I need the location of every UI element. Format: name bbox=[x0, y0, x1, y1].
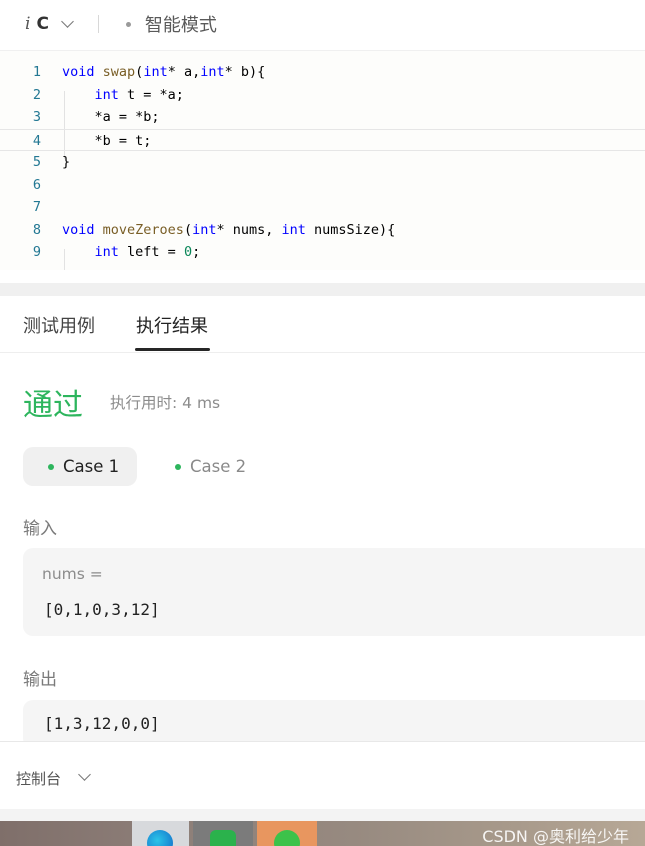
code-text: int left = 0; bbox=[62, 241, 201, 264]
line-number: 7 bbox=[32, 199, 41, 215]
header-divider bbox=[97, 15, 99, 33]
code-token: * b){ bbox=[224, 64, 266, 80]
console-bar: 控制台 bbox=[0, 741, 645, 809]
line-number: 8 bbox=[32, 221, 41, 238]
code-token: *b = t; bbox=[62, 132, 152, 149]
runtime-text: 执行用时: 4 ms bbox=[110, 394, 221, 412]
case-label: Case 1 bbox=[63, 457, 120, 476]
code-text: int t = *a; bbox=[62, 84, 184, 107]
taskbar-slot-wechat[interactable] bbox=[257, 821, 317, 846]
code-line[interactable]: 3 *a = *b; bbox=[0, 106, 645, 129]
code-line[interactable]: 4 *b = t; bbox=[0, 128, 645, 153]
code-line[interactable]: 9 int left = 0; bbox=[0, 241, 645, 264]
console-toggle[interactable]: 控制台 bbox=[16, 768, 61, 789]
input-label: 输入 bbox=[23, 519, 57, 539]
code-token: *a = *b; bbox=[62, 109, 160, 125]
language-selector[interactable]: i C bbox=[25, 14, 74, 34]
code-line[interactable]: 5} bbox=[0, 151, 645, 174]
line-number: 3 bbox=[32, 109, 41, 125]
taskbar-slot-edge[interactable] bbox=[132, 821, 189, 846]
case-2-button[interactable]: Case 2 bbox=[160, 447, 260, 486]
input-value: [0,1,0,3,12] bbox=[44, 600, 160, 619]
line-number: 9 bbox=[32, 244, 41, 260]
editor-header: i C 智能模式 bbox=[0, 0, 645, 48]
pass-dot-icon bbox=[175, 463, 181, 470]
code-line[interactable]: 6 bbox=[0, 174, 645, 197]
code-token: moveZeroes bbox=[102, 221, 184, 238]
code-token: void bbox=[62, 221, 95, 238]
code-token: ( bbox=[183, 221, 193, 238]
app-root: i C 智能模式 1 void swap(int* a,int* b){2 int… bbox=[0, 0, 645, 846]
code-text: *a = *b; bbox=[62, 106, 160, 129]
language-name: C bbox=[36, 14, 49, 34]
bottom-gap bbox=[0, 809, 645, 821]
code-token: left = bbox=[118, 244, 184, 260]
code-text: *b = t; bbox=[62, 130, 152, 153]
line-number: 6 bbox=[32, 176, 41, 193]
result-tabs: 测试用例 执行结果 bbox=[0, 296, 645, 353]
code-token: * a, bbox=[167, 64, 201, 80]
code-token: swap bbox=[102, 64, 136, 80]
code-text: void swap(int* a,int* b){ bbox=[62, 61, 265, 84]
panel-divider[interactable] bbox=[0, 283, 645, 296]
code-line[interactable]: 2 int t = *a; bbox=[0, 84, 645, 107]
case-1-button[interactable]: Case 1 bbox=[23, 447, 137, 486]
code-editor[interactable]: 1 void swap(int* a,int* b){2 int t = *a; 3… bbox=[0, 50, 645, 270]
line-number: 4 bbox=[32, 132, 41, 149]
active-tab-indicator bbox=[135, 348, 210, 351]
code-token: t = *a; bbox=[118, 86, 184, 103]
code-token: int bbox=[192, 221, 217, 238]
wechat-icon bbox=[274, 830, 300, 846]
tab-testcases[interactable]: 测试用例 bbox=[23, 312, 95, 338]
code-text: void moveZeroes(int* nums, int numsSize)… bbox=[62, 219, 395, 242]
code-token: int bbox=[94, 244, 119, 260]
code-token: * nums, bbox=[216, 221, 282, 238]
code-token: numsSize){ bbox=[305, 221, 396, 238]
line-number: 2 bbox=[32, 86, 41, 103]
code-token: void bbox=[62, 64, 95, 80]
smart-mode-toggle[interactable]: 智能模式 bbox=[145, 11, 217, 37]
taskbar-slot-app[interactable] bbox=[193, 821, 253, 846]
code-line[interactable]: 1 void swap(int* a,int* b){ bbox=[0, 61, 645, 84]
code-text: } bbox=[62, 151, 70, 174]
os-taskbar: CSDN @奥利给少年 bbox=[0, 821, 645, 846]
output-label: 输出 bbox=[23, 670, 57, 690]
dot-icon bbox=[125, 21, 131, 27]
pass-dot-icon bbox=[48, 463, 54, 470]
code-token: } bbox=[62, 154, 71, 170]
watermark: CSDN @奥利给少年 bbox=[482, 827, 629, 846]
line-number: 5 bbox=[32, 154, 41, 170]
chevron-down-icon[interactable] bbox=[78, 768, 91, 781]
code-token: int bbox=[94, 86, 119, 103]
edge-browser-icon bbox=[147, 830, 173, 846]
code-token: int bbox=[281, 221, 306, 238]
status-accepted: 通过 bbox=[23, 388, 83, 423]
code-token: int bbox=[200, 64, 225, 80]
line-number: 1 bbox=[32, 64, 41, 80]
code-line[interactable]: 8 void moveZeroes(int* nums, int numsSize… bbox=[0, 219, 645, 242]
input-param-name: nums = bbox=[42, 565, 103, 583]
code-token: int bbox=[143, 64, 168, 80]
input-box: nums = [0,1,0,3,12] bbox=[23, 548, 645, 636]
chevron-down-icon bbox=[61, 15, 74, 28]
code-token: ; bbox=[192, 244, 201, 260]
tab-result[interactable]: 执行结果 bbox=[136, 312, 208, 338]
code-line[interactable]: 7 bbox=[0, 196, 645, 219]
code-token: 0 bbox=[183, 244, 193, 260]
lang-icon: i bbox=[25, 14, 31, 34]
case-label: Case 2 bbox=[190, 457, 247, 476]
app-icon bbox=[210, 830, 236, 846]
output-value: [1,3,12,0,0] bbox=[44, 714, 160, 733]
